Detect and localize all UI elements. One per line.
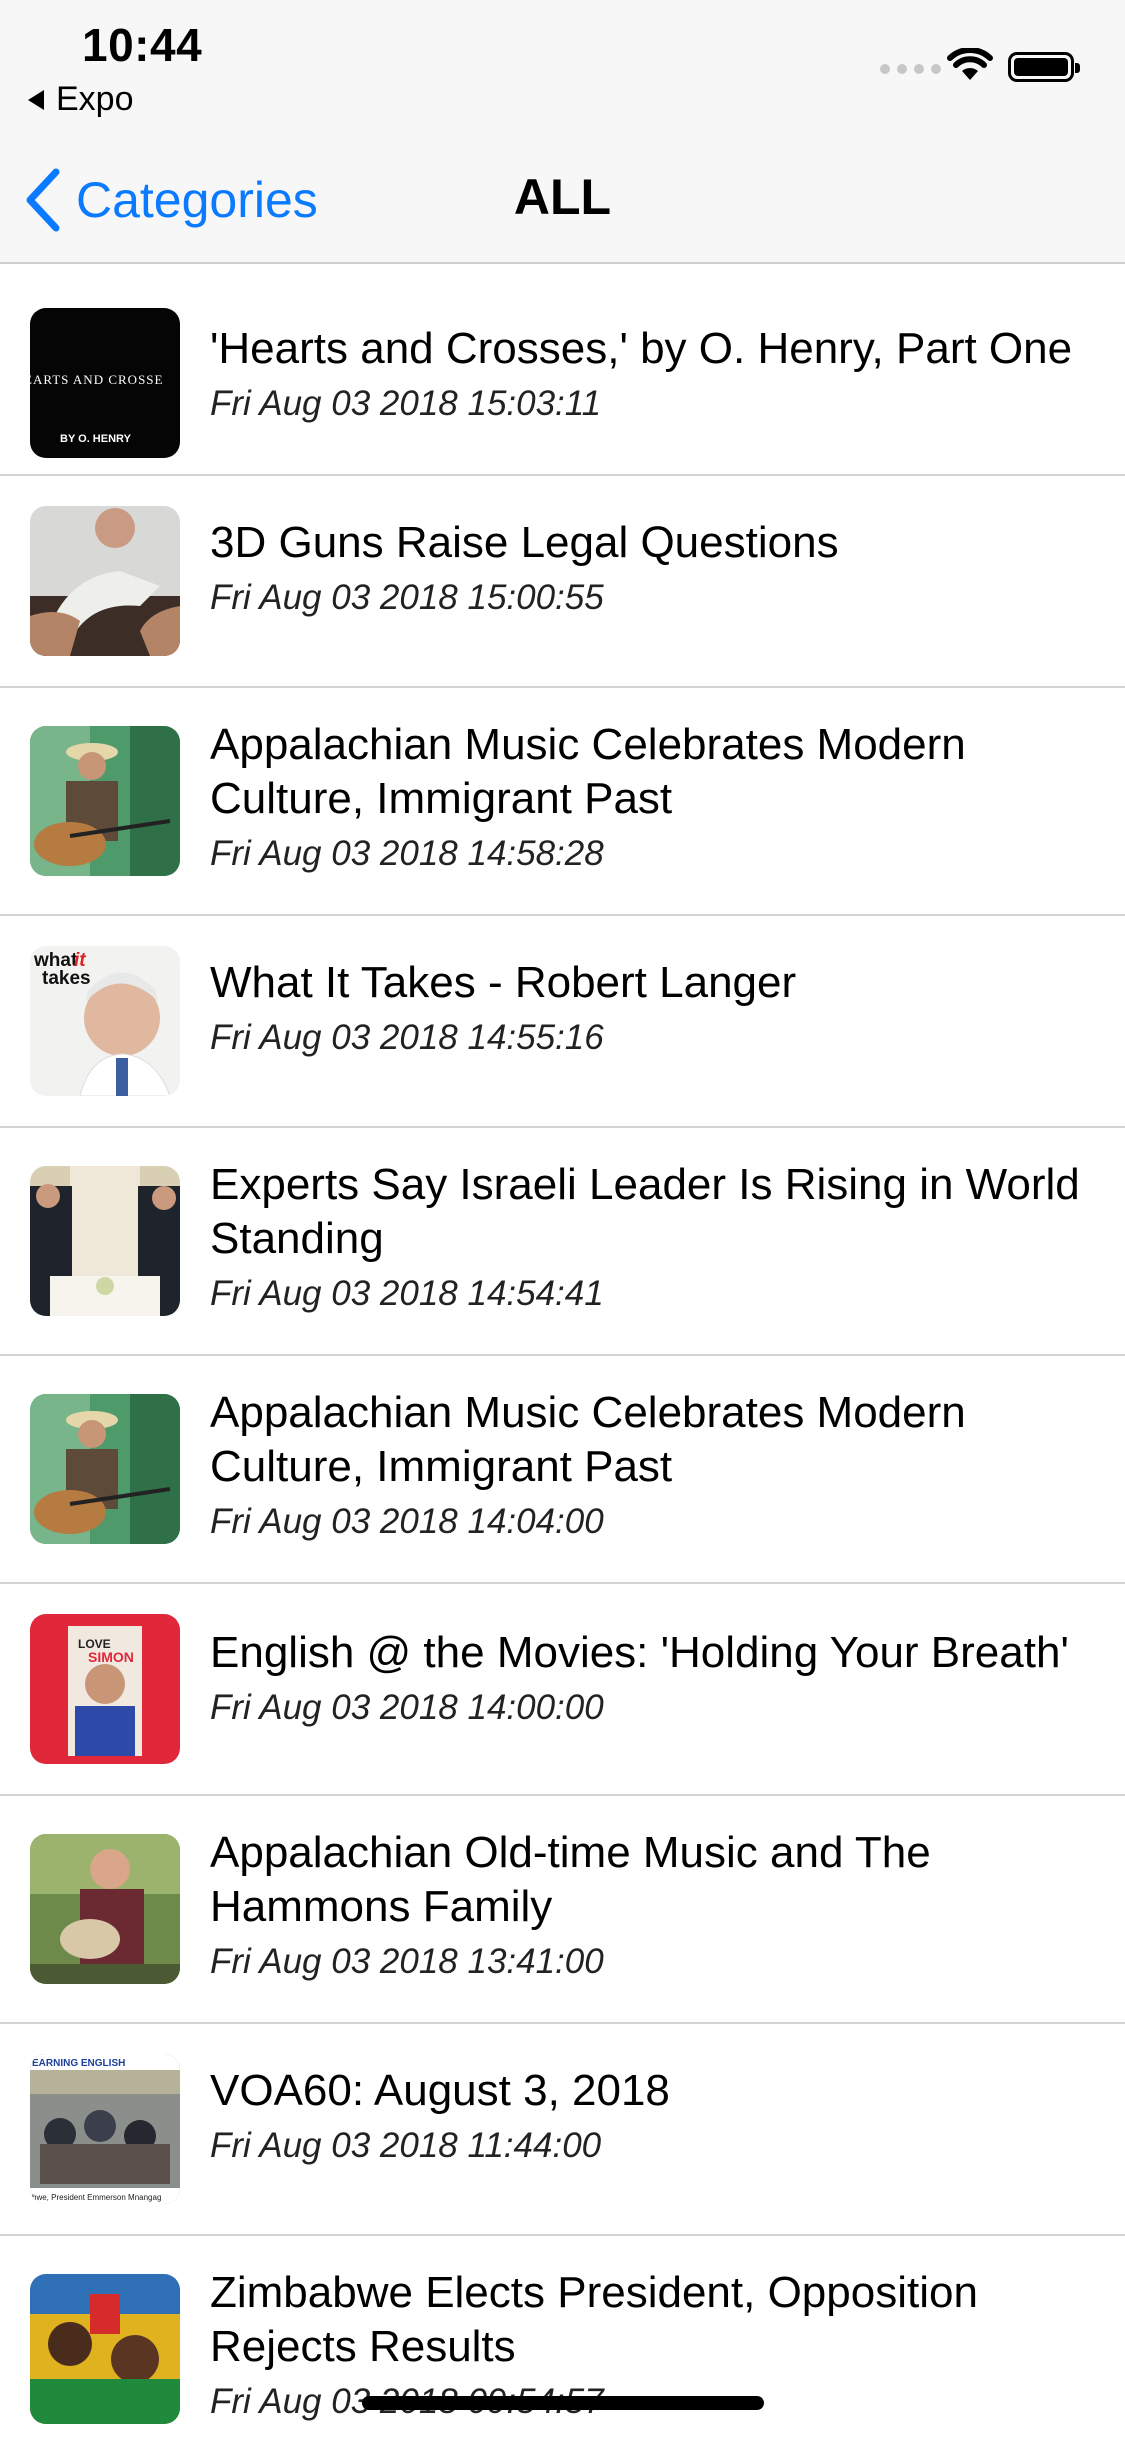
list-item[interactable]: EARNING ENGLISH bwe, President Emmerson … bbox=[0, 2024, 1125, 2236]
thumb-caption: BY O. HENRY bbox=[60, 433, 132, 445]
article-title: Zimbabwe Elects President, Opposition Re… bbox=[210, 2268, 978, 2371]
page-title: ALL bbox=[513, 169, 612, 225]
article-title: Appalachian Music Celebrates Modern Cult… bbox=[210, 1388, 966, 1491]
list-item[interactable]: Experts Say Israeli Leader Is Rising in … bbox=[0, 1128, 1125, 1356]
status-time: 10:44 bbox=[82, 19, 203, 71]
article-list: EARTS AND CROSSE BY O. HENRY 'Hearts and… bbox=[0, 264, 1125, 2464]
navigation-bar: Categories ALL bbox=[0, 132, 1125, 264]
back-triangle-icon bbox=[28, 89, 44, 110]
list-item[interactable]: Appalachian Music Celebrates Modern Cult… bbox=[0, 688, 1125, 916]
back-to-app-button[interactable]: Expo bbox=[28, 80, 134, 119]
article-date: Fri Aug 03 2018 14:00:00 bbox=[210, 1688, 604, 1727]
article-title: English @ the Movies: 'Holding Your Brea… bbox=[210, 1628, 1069, 1677]
article-title: Experts Say Israeli Leader Is Rising in … bbox=[210, 1160, 1080, 1263]
article-thumbnail bbox=[30, 1394, 180, 1544]
list-item[interactable]: Appalachian Old-time Music and The Hammo… bbox=[0, 1796, 1125, 2024]
article-thumbnail bbox=[30, 1166, 180, 1316]
article-date: Fri Aug 03 2018 14:58:28 bbox=[210, 834, 604, 873]
article-date: Fri Aug 03 2018 11:44:00 bbox=[210, 2126, 602, 2165]
article-title: Appalachian Music Celebrates Modern Cult… bbox=[210, 720, 966, 823]
article-thumbnail bbox=[30, 2274, 180, 2424]
thumb-caption: bwe, President Emmerson Mnangag bbox=[32, 2193, 161, 2202]
list-item[interactable]: Appalachian Music Celebrates Modern Cult… bbox=[0, 1356, 1125, 1584]
battery-icon bbox=[1008, 52, 1080, 82]
status-bar: 10:44 Expo bbox=[0, 0, 1125, 132]
article-date: Fri Aug 03 2018 14:55:16 bbox=[210, 1018, 604, 1057]
article-thumbnail bbox=[30, 506, 180, 656]
article-thumbnail bbox=[30, 726, 180, 876]
article-thumbnail: EARNING ENGLISH bwe, President Emmerson … bbox=[30, 2054, 180, 2204]
article-title: What It Takes - Robert Langer bbox=[210, 958, 797, 1007]
article-date: Fri Aug 03 2018 14:54:41 bbox=[210, 1274, 604, 1313]
back-app-label: Expo bbox=[56, 80, 134, 118]
article-date: Fri Aug 03 2018 14:04:00 bbox=[210, 1502, 604, 1541]
wifi-icon bbox=[947, 48, 993, 80]
list-item[interactable]: what it takes What It Takes - Robert Lan… bbox=[0, 916, 1125, 1128]
home-indicator[interactable] bbox=[362, 2396, 764, 2410]
article-title: 'Hearts and Crosses,' by O. Henry, Part … bbox=[210, 324, 1073, 373]
signal-dots-icon bbox=[880, 64, 941, 74]
thumb-caption: EARTS AND CROSSE bbox=[30, 372, 163, 387]
article-thumbnail bbox=[30, 1834, 180, 1984]
thumb-caption: EARNING ENGLISH bbox=[32, 2058, 125, 2069]
thumb-caption: takes bbox=[42, 968, 91, 989]
list-item[interactable]: 3D Guns Raise Legal Questions Fri Aug 03… bbox=[0, 476, 1125, 688]
thumb-caption: SIMON bbox=[88, 1649, 134, 1665]
article-date: Fri Aug 03 2018 13:41:00 bbox=[210, 1942, 604, 1981]
list-item[interactable]: LOVE SIMON English @ the Movies: 'Holdin… bbox=[0, 1584, 1125, 1796]
article-thumbnail: EARTS AND CROSSE BY O. HENRY bbox=[30, 308, 180, 458]
article-thumbnail: LOVE SIMON bbox=[30, 1614, 180, 1764]
article-date: Fri Aug 03 2018 15:00:55 bbox=[210, 578, 604, 617]
article-title: Appalachian Old-time Music and The Hammo… bbox=[210, 1828, 931, 1931]
article-title: 3D Guns Raise Legal Questions bbox=[210, 518, 839, 567]
article-title: VOA60: August 3, 2018 bbox=[210, 2066, 670, 2115]
list-item[interactable]: EARTS AND CROSSE BY O. HENRY 'Hearts and… bbox=[0, 264, 1125, 476]
list-item[interactable]: Zimbabwe Elects President, Opposition Re… bbox=[0, 2236, 1125, 2464]
article-thumbnail: what it takes bbox=[30, 946, 180, 1096]
article-date: Fri Aug 03 2018 15:03:11 bbox=[210, 384, 602, 423]
